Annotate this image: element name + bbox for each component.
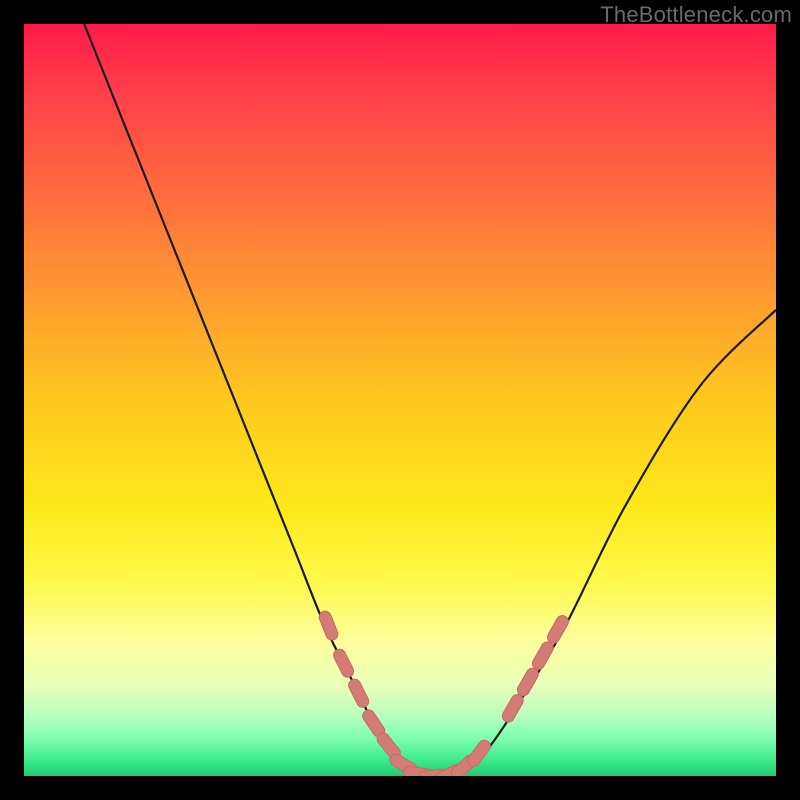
curve-marker xyxy=(538,648,547,664)
curve-markers xyxy=(325,617,562,776)
chart-plot-area xyxy=(24,24,776,776)
curve-marker xyxy=(508,701,517,717)
watermark-text: TheBottleneck.com xyxy=(600,2,792,28)
curve-marker xyxy=(325,617,332,634)
curve-marker xyxy=(554,622,563,638)
curve-marker xyxy=(355,685,363,701)
bottleneck-curve-line xyxy=(84,24,776,776)
bottleneck-chart xyxy=(24,24,776,776)
curve-marker xyxy=(340,655,348,671)
curve-marker xyxy=(523,674,532,690)
